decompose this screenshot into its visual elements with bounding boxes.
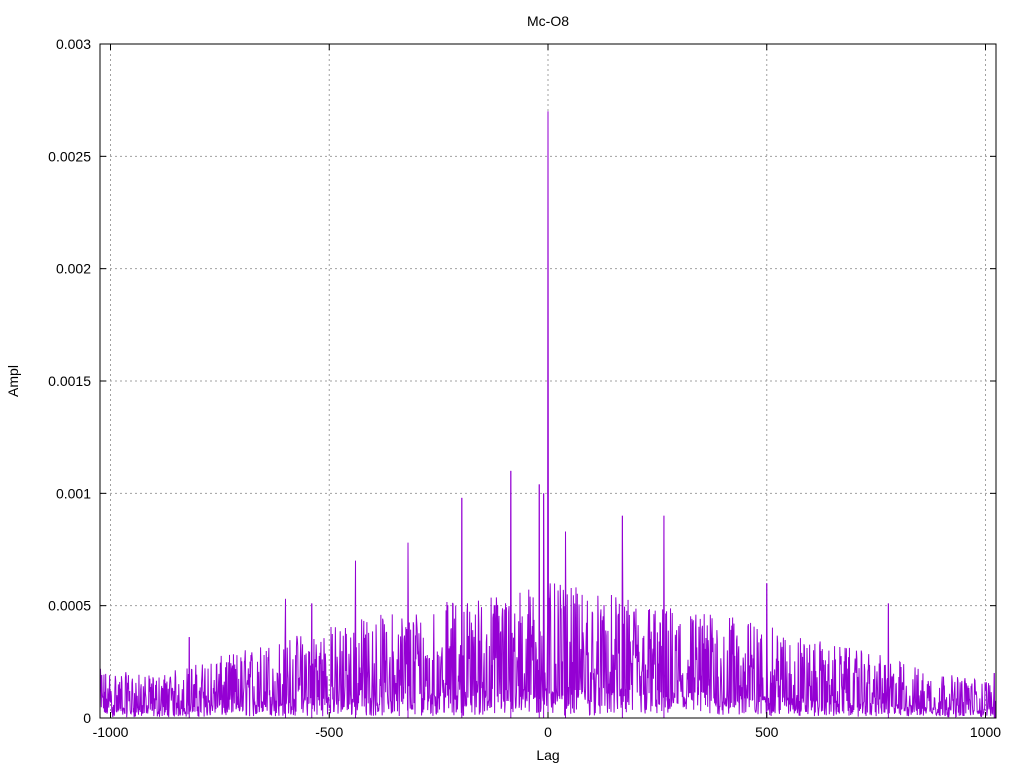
tick-layer: -1000 -500 0 500 1000 0 0.0005 0.001 0.0015 0.002…	[48, 36, 1001, 740]
x-tick-label: -1000	[93, 724, 129, 740]
x-axis-label: Lag	[536, 747, 559, 763]
chart-title: Mc-O8	[527, 13, 569, 29]
chart-container: Mc-O8 -1000 -500 0 500 1000 0 0.0005 0.001 0.001…	[0, 0, 1024, 768]
y-tick-label: 0.003	[56, 36, 91, 52]
y-tick-label: 0.0025	[48, 148, 91, 164]
y-tick-label: 0.001	[56, 485, 91, 501]
x-tick-label: 500	[755, 724, 779, 740]
y-axis-label: Ampl	[5, 365, 21, 397]
series-layer	[99, 111, 997, 718]
chart-svg: Mc-O8 -1000 -500 0 500 1000 0 0.0005 0.001 0.001…	[5, 13, 1001, 763]
y-tick-label: 0.0015	[48, 373, 91, 389]
x-tick-label: 0	[544, 724, 552, 740]
x-tick-label: 1000	[970, 724, 1001, 740]
y-tick-label: 0	[83, 710, 91, 726]
y-tick-label: 0.002	[56, 261, 91, 277]
x-tick-label: -500	[315, 724, 343, 740]
y-tick-label: 0.0005	[48, 598, 91, 614]
